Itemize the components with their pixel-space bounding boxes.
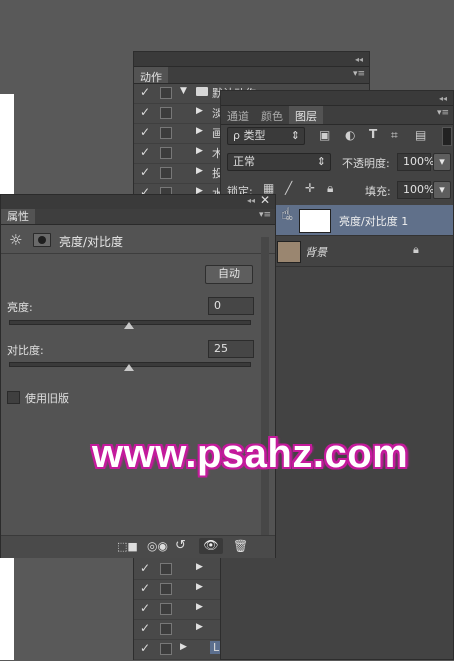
dialog-toggle[interactable] — [160, 603, 172, 615]
properties-title: 亮度/对比度 — [59, 235, 124, 249]
collapse-icon[interactable]: ◂◂ — [439, 94, 447, 103]
lock-all-icon[interactable]: 🔒︎ — [327, 181, 333, 196]
mask-dot — [38, 236, 46, 244]
hand-cursor-icon: ☝ — [281, 204, 291, 223]
check-icon[interactable]: ✓ — [140, 165, 150, 179]
actions-panel-tabs: 动作 ▾≡ — [134, 67, 369, 84]
expand-triangle-icon[interactable]: ▶ — [196, 106, 203, 116]
check-icon[interactable]: ✓ — [140, 601, 150, 615]
tab-color[interactable]: 颜色 — [255, 106, 289, 124]
dialog-toggle[interactable] — [160, 623, 172, 635]
panel-menu-icon[interactable]: ▾≡ — [353, 69, 365, 79]
expand-triangle-icon[interactable]: ▶ — [196, 582, 203, 592]
properties-titlebar[interactable]: ◂◂ ✕ — [1, 193, 275, 210]
brightness-slider-thumb[interactable] — [124, 322, 134, 329]
legacy-checkbox[interactable] — [7, 391, 20, 404]
reset-icon[interactable]: ↺ — [175, 538, 186, 553]
dialog-toggle[interactable] — [160, 583, 172, 595]
contrast-input[interactable]: 25 — [208, 340, 254, 358]
tab-channels[interactable]: 通道 — [221, 106, 255, 124]
lock-brush-icon[interactable]: ╱ — [285, 181, 292, 195]
check-icon[interactable]: ✓ — [140, 105, 150, 119]
type-filter-icon[interactable]: T — [369, 127, 377, 141]
layer-name: 亮度/对比度 1 — [339, 215, 409, 228]
filter-toggle-switch[interactable] — [442, 127, 452, 146]
fill-label: 填充: — [365, 185, 391, 198]
check-icon[interactable]: ✓ — [140, 581, 150, 595]
fill-input[interactable]: 100% — [397, 181, 434, 199]
tab-properties[interactable]: 属性 — [1, 209, 35, 224]
lock-position-icon[interactable]: ✛ — [305, 181, 315, 195]
properties-tabs: 属性 ▾≡ — [1, 209, 275, 225]
check-icon[interactable]: ✓ — [140, 125, 150, 139]
dialog-toggle[interactable] — [160, 127, 172, 139]
auto-button[interactable]: 自动 — [205, 265, 253, 284]
dialog-toggle[interactable] — [160, 167, 172, 179]
opacity-label: 不透明度: — [342, 157, 390, 170]
properties-scrollbar[interactable] — [261, 237, 269, 537]
dialog-toggle[interactable] — [160, 147, 172, 159]
brightness-adjustment-icon[interactable]: ☼ — [9, 231, 22, 249]
folder-icon — [196, 87, 208, 96]
dialog-toggle[interactable] — [160, 87, 172, 99]
collapse-icon[interactable]: ◂◂ — [355, 55, 363, 64]
dialog-toggle[interactable] — [160, 563, 172, 575]
properties-footer: ⬚■ ◎◉ ↺ 👁︎ 🗑︎ — [1, 535, 275, 558]
check-icon[interactable]: ✓ — [140, 561, 150, 575]
expand-triangle-icon[interactable]: ▶ — [196, 622, 203, 632]
pixel-filter-icon[interactable]: ▣ — [319, 128, 330, 142]
layers-panel-tabs: 通道 颜色 图层 ▾≡ — [221, 106, 453, 125]
watermark-text: www.psahz.com — [92, 432, 409, 476]
layer-thumbnail[interactable] — [277, 241, 301, 263]
expand-triangle-icon[interactable]: ▼ — [180, 86, 187, 96]
check-icon[interactable]: ✓ — [140, 621, 150, 635]
opacity-input[interactable]: 100% — [397, 153, 434, 171]
collapse-icon[interactable]: ◂◂ — [247, 196, 255, 205]
layer-name: 背景 — [305, 246, 327, 259]
legacy-label: 使用旧版 — [25, 392, 69, 405]
panel-menu-icon[interactable]: ▾≡ — [259, 210, 271, 220]
smart-object-filter-icon[interactable]: ▤ — [415, 128, 426, 142]
check-icon[interactable]: ✓ — [140, 145, 150, 159]
expand-triangle-icon[interactable]: ▶ — [196, 126, 203, 136]
properties-panel: ◂◂ ✕ 属性 ▾≡ ☼ 亮度/对比度 自动 亮度: 0 对比度: 25 使用旧… — [0, 193, 276, 558]
layer-mask-icon[interactable] — [33, 233, 51, 247]
panel-menu-icon[interactable]: ▾≡ — [437, 108, 449, 118]
dropdown-arrows-icon: ⇕ — [290, 129, 300, 142]
brightness-input[interactable]: 0 — [208, 297, 254, 315]
shape-filter-icon[interactable]: ⌗ — [391, 128, 398, 143]
visibility-eye-icon[interactable]: 👁︎ — [199, 538, 223, 554]
layers-panel-titlebar[interactable]: ◂◂ — [221, 91, 453, 106]
dialog-toggle[interactable] — [160, 643, 172, 655]
check-icon[interactable]: ✓ — [140, 85, 150, 99]
expand-triangle-icon[interactable]: ▶ — [196, 146, 203, 156]
contrast-label: 对比度: — [7, 344, 44, 357]
expand-triangle-icon[interactable]: ▶ — [180, 642, 187, 652]
tab-layers[interactable]: 图层 — [289, 106, 323, 124]
lock-icon: 🔒︎ — [413, 243, 419, 256]
clip-to-layer-icon[interactable]: ⬚■ — [117, 540, 138, 553]
expand-triangle-icon[interactable]: ▶ — [196, 166, 203, 176]
expand-triangle-icon[interactable]: ▶ — [196, 602, 203, 612]
expand-triangle-icon[interactable]: ▶ — [196, 562, 203, 572]
layer-mask-thumbnail[interactable] — [299, 209, 331, 233]
contrast-slider-thumb[interactable] — [124, 364, 134, 371]
blend-mode-value: 正常 — [233, 155, 255, 168]
delete-icon[interactable]: 🗑︎ — [233, 539, 248, 553]
brightness-label: 亮度: — [7, 301, 33, 314]
opacity-dropdown-button[interactable]: ▾ — [433, 153, 451, 171]
view-previous-state-icon[interactable]: ◎◉ — [147, 539, 168, 553]
check-icon[interactable]: ✓ — [140, 641, 150, 655]
fill-dropdown-button[interactable]: ▾ — [433, 181, 451, 199]
blend-mode-select[interactable]: 正常 ⇕ — [227, 153, 331, 171]
divider — [1, 253, 275, 254]
filter-label: ρ 类型 — [233, 129, 266, 142]
layer-filter-select[interactable]: ρ 类型 ⇕ — [227, 127, 305, 145]
adjustment-filter-icon[interactable]: ◐ — [345, 128, 355, 142]
dropdown-arrows-icon: ⇕ — [316, 155, 326, 168]
dialog-toggle[interactable] — [160, 107, 172, 119]
tab-actions[interactable]: 动作 — [134, 67, 168, 84]
actions-panel-titlebar[interactable]: ◂◂ — [134, 52, 369, 67]
close-icon[interactable]: ✕ — [260, 193, 270, 207]
